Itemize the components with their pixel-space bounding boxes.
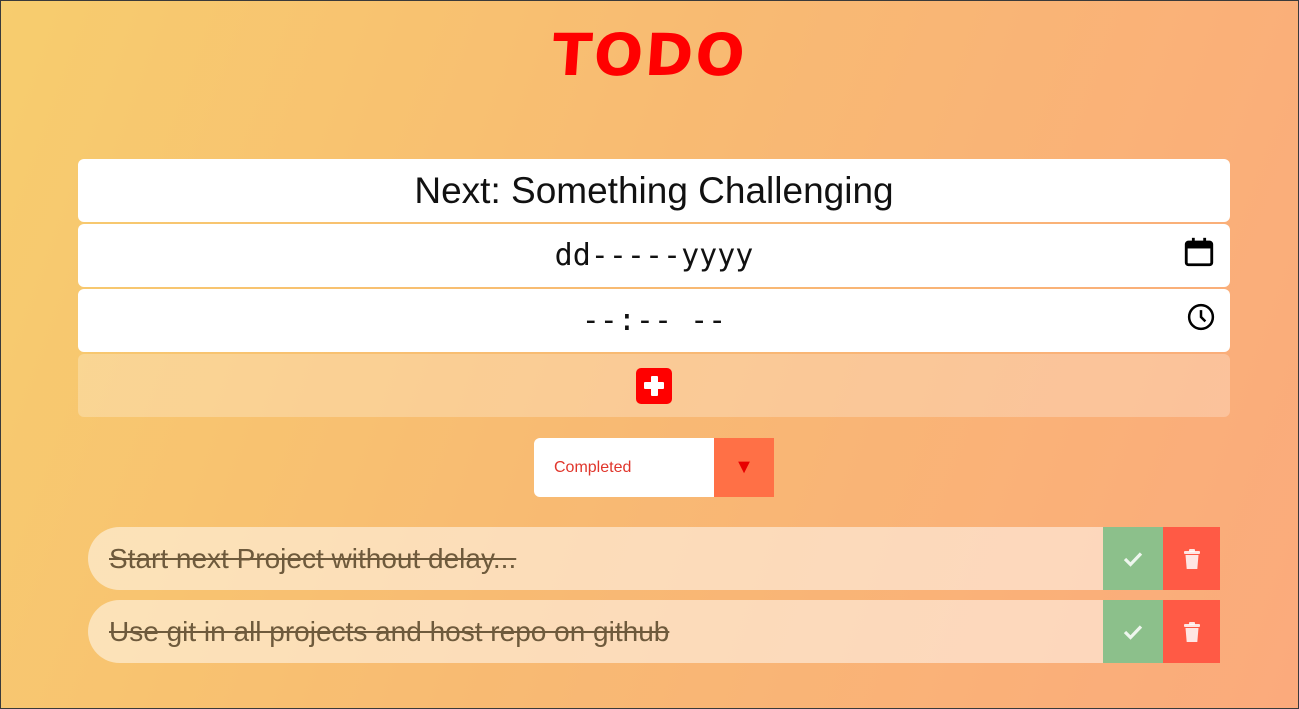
todo-list: Start next Project without delay... Use … [88, 527, 1220, 673]
trash-icon [1183, 621, 1200, 642]
dropdown-arrow-icon[interactable]: ▼ [714, 438, 774, 497]
delete-button[interactable] [1163, 527, 1220, 590]
complete-button[interactable] [1103, 600, 1163, 663]
todo-text: Use git in all projects and host repo on… [88, 600, 1103, 663]
date-input[interactable]: dd-----yyyy [78, 224, 1230, 287]
list-item: Start next Project without delay... [88, 527, 1220, 590]
filter-selected-value[interactable]: Completed [534, 438, 714, 497]
app-title: TODO [549, 21, 750, 89]
filter-select[interactable]: Completed ▼ [534, 438, 774, 497]
time-input[interactable]: --:-- -- [78, 289, 1230, 352]
check-icon [1123, 624, 1143, 640]
task-input[interactable]: Next: Something Challenging [78, 159, 1230, 222]
check-icon [1123, 551, 1143, 567]
delete-button[interactable] [1163, 600, 1220, 663]
time-placeholder: --:-- -- [581, 303, 727, 338]
date-placeholder: dd-----yyyy [554, 238, 754, 273]
todo-form: Next: Something Challenging dd-----yyyy … [78, 159, 1230, 417]
add-row [78, 354, 1230, 417]
todo-text: Start next Project without delay... [88, 527, 1103, 590]
complete-button[interactable] [1103, 527, 1163, 590]
calendar-icon[interactable] [1182, 235, 1216, 277]
trash-icon [1183, 548, 1200, 569]
clock-icon[interactable] [1186, 302, 1216, 340]
list-item: Use git in all projects and host repo on… [88, 600, 1220, 663]
plus-square-icon[interactable] [636, 367, 672, 404]
